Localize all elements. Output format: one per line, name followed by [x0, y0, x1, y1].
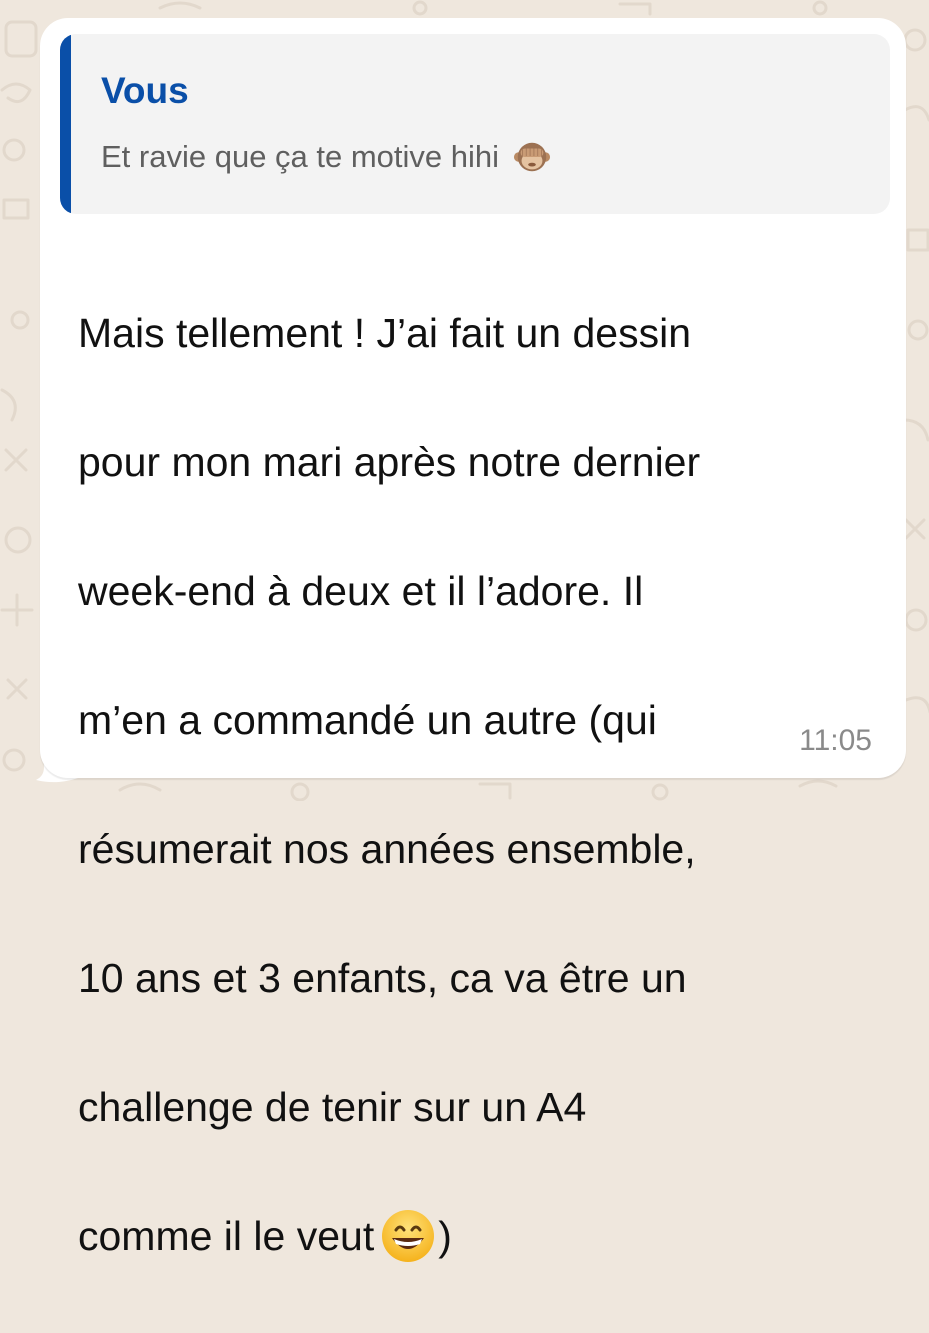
message-line: 10 ans et 3 enfants, ca va être un [78, 954, 687, 1001]
message-last-line-text: comme il le veut [78, 1212, 375, 1259]
message-line: m’en a commandé un autre (qui [78, 696, 657, 743]
quote-author: Vous [101, 70, 189, 111]
message-last-line-end: ) [438, 1212, 452, 1259]
quoted-message[interactable]: Vous Et ravie que ça te motive hihi [60, 34, 890, 214]
message-text: Mais tellement ! J’ai fait un dessin pou… [78, 236, 868, 1333]
quote-text: Et ravie que ça te motive hihi [101, 138, 500, 174]
quote-text-row: Et ravie que ça te motive hihi [101, 138, 551, 176]
grinning-face-icon [382, 1209, 435, 1262]
message-line: pour mon mari après notre dernier [78, 438, 701, 485]
message-line: Mais tellement ! J’ai fait un dessin [78, 309, 691, 356]
message-line: challenge de tenir sur un A4 [78, 1083, 587, 1130]
quote-accent-bar [60, 34, 71, 214]
message-timestamp: 11:05 [799, 724, 872, 757]
see-no-evil-monkey-icon [513, 142, 551, 172]
message-line: résumerait nos années ensemble, [78, 825, 696, 872]
message-last-line: comme il le veut ) [78, 1204, 868, 1269]
message-bubble[interactable]: Vous Et ravie que ça te motive hihi Mais… [40, 18, 906, 1262]
message-line: week-end à deux et il l’adore. Il [78, 567, 644, 614]
